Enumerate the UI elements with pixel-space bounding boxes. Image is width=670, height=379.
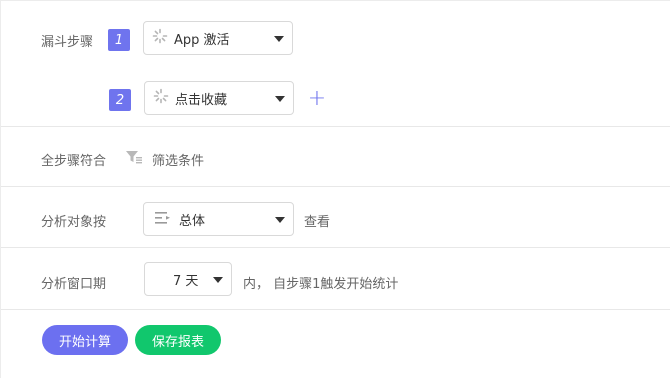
analysis-object-label: 分析对象按 — [41, 215, 107, 230]
view-suffix-text: 查看 — [304, 215, 331, 230]
window-period-label: 分析窗口期 — [41, 277, 107, 292]
event-loading-icon — [153, 88, 169, 108]
chevron-down-icon — [275, 96, 285, 102]
chevron-down-icon — [275, 217, 285, 223]
all-steps-label: 全步骤符合 — [41, 154, 107, 169]
add-step-button[interactable]: + — [308, 88, 326, 110]
step-2-event-value: 点击收藏 — [175, 92, 228, 108]
analysis-object-value: 总体 — [179, 213, 206, 229]
save-report-button[interactable]: 保存报表 — [135, 325, 221, 355]
analysis-object-select[interactable]: 总体 — [143, 202, 294, 236]
analysis-object-section: 分析对象按 总体 查看 — [1, 187, 670, 248]
filter-icon — [125, 149, 143, 169]
step-1-event-select[interactable]: App 激活 — [143, 21, 293, 55]
all-steps-filter-section: 全步骤符合 筛选条件 — [1, 127, 670, 187]
step-2-event-select[interactable]: 点击收藏 — [144, 81, 294, 115]
window-period-value: 7 天 — [173, 273, 199, 289]
start-calculation-button[interactable]: 开始计算 — [42, 325, 128, 355]
step-1-event-value: App 激活 — [174, 32, 230, 48]
step-number-badge: 1 — [108, 29, 130, 51]
group-list-icon — [155, 210, 173, 229]
funnel-steps-label: 漏斗步骤 — [41, 35, 94, 50]
funnel-config-panel: 漏斗步骤 1 App 激活 2 点击收藏 + 全步骤符合 筛选条件 分析对象按 … — [0, 0, 670, 378]
event-loading-icon — [152, 28, 168, 48]
chevron-down-icon — [213, 277, 223, 283]
window-period-description: 内， 自步骤1触发开始统计 — [243, 277, 399, 292]
add-filter-link[interactable]: 筛选条件 — [152, 150, 204, 169]
step-number-badge: 2 — [109, 89, 131, 111]
chevron-down-icon — [274, 36, 284, 42]
actions-section: 开始计算 保存报表 — [1, 310, 670, 379]
window-period-section: 分析窗口期 7 天 内， 自步骤1触发开始统计 — [1, 248, 670, 310]
window-period-select[interactable]: 7 天 — [144, 262, 232, 296]
funnel-steps-section: 漏斗步骤 1 App 激活 2 点击收藏 + — [1, 1, 670, 127]
